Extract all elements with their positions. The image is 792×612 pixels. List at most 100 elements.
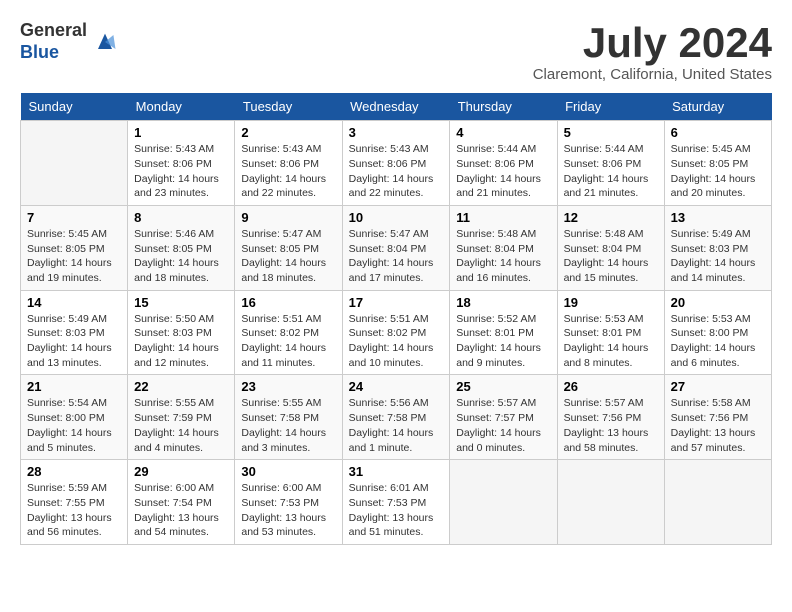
- calendar-cell: 16Sunrise: 5:51 AM Sunset: 8:02 PM Dayli…: [235, 290, 342, 375]
- day-info: Sunrise: 5:59 AM Sunset: 7:55 PM Dayligh…: [27, 481, 121, 540]
- day-info: Sunrise: 5:43 AM Sunset: 8:06 PM Dayligh…: [241, 142, 335, 201]
- day-info: Sunrise: 5:57 AM Sunset: 7:56 PM Dayligh…: [564, 396, 658, 455]
- day-info: Sunrise: 5:44 AM Sunset: 8:06 PM Dayligh…: [564, 142, 658, 201]
- calendar-week-row: 1 Sunrise: 5:43 AM Sunset: 8:06 PM Daylig…: [21, 121, 772, 206]
- calendar-cell: 24 Sunrise: 5:56 AM Sunset: 7:58 PM Dayli…: [342, 375, 450, 460]
- day-info: Sunrise: 5:56 AM Sunset: 7:58 PM Dayligh…: [349, 396, 444, 455]
- calendar-cell: 26 Sunrise: 5:57 AM Sunset: 7:56 PM Dayli…: [557, 375, 664, 460]
- day-number: 27: [671, 379, 765, 394]
- day-number: 7: [27, 210, 121, 225]
- calendar-cell: [450, 460, 557, 545]
- calendar-cell: 29 Sunrise: 6:00 AM Sunset: 7:54 PM Dayli…: [128, 460, 235, 545]
- calendar-cell: 18 Sunrise: 5:52 AM Sunset: 8:01 PM Dayli…: [450, 290, 557, 375]
- calendar-cell: 30Sunrise: 6:00 AM Sunset: 7:53 PM Dayli…: [235, 460, 342, 545]
- calendar-cell: 25 Sunrise: 5:57 AM Sunset: 7:57 PM Dayli…: [450, 375, 557, 460]
- calendar-cell: 2 Sunrise: 5:43 AM Sunset: 8:06 PM Daylig…: [235, 121, 342, 206]
- calendar-week-row: 28 Sunrise: 5:59 AM Sunset: 7:55 PM Dayli…: [21, 460, 772, 545]
- logo-text: General Blue: [20, 20, 87, 63]
- day-number: 31: [349, 464, 444, 479]
- day-number: 2: [241, 125, 335, 140]
- day-info: Sunrise: 5:44 AM Sunset: 8:06 PM Dayligh…: [456, 142, 550, 201]
- calendar-cell: 10 Sunrise: 5:47 AM Sunset: 8:04 PM Dayli…: [342, 205, 450, 290]
- calendar-cell: 23Sunrise: 5:55 AM Sunset: 7:58 PM Dayli…: [235, 375, 342, 460]
- day-info: Sunrise: 5:49 AM Sunset: 8:03 PM Dayligh…: [27, 312, 121, 371]
- day-info: Sunrise: 5:54 AM Sunset: 8:00 PM Dayligh…: [27, 396, 121, 455]
- calendar-cell: 6Sunrise: 5:45 AM Sunset: 8:05 PM Daylig…: [664, 121, 771, 206]
- calendar-cell: 22Sunrise: 5:55 AM Sunset: 7:59 PM Dayli…: [128, 375, 235, 460]
- day-number: 1: [134, 125, 228, 140]
- title-block: July 2024 Claremont, California, United …: [533, 20, 772, 83]
- calendar-cell: 21 Sunrise: 5:54 AM Sunset: 8:00 PM Dayli…: [21, 375, 128, 460]
- day-of-week-header: Sunday: [21, 93, 128, 121]
- calendar-cell: 1 Sunrise: 5:43 AM Sunset: 8:06 PM Daylig…: [128, 121, 235, 206]
- day-number: 5: [564, 125, 658, 140]
- day-number: 15: [134, 295, 228, 310]
- day-info: Sunrise: 5:45 AM Sunset: 8:05 PM Dayligh…: [27, 227, 121, 286]
- calendar-cell: 12 Sunrise: 5:48 AM Sunset: 8:04 PM Dayli…: [557, 205, 664, 290]
- calendar-cell: 14 Sunrise: 5:49 AM Sunset: 8:03 PM Dayli…: [21, 290, 128, 375]
- calendar-cell: [664, 460, 771, 545]
- day-number: 26: [564, 379, 658, 394]
- day-number: 10: [349, 210, 444, 225]
- calendar-cell: 5 Sunrise: 5:44 AM Sunset: 8:06 PM Daylig…: [557, 121, 664, 206]
- day-number: 9: [241, 210, 335, 225]
- day-info: Sunrise: 6:01 AM Sunset: 7:53 PM Dayligh…: [349, 481, 444, 540]
- day-info: Sunrise: 5:57 AM Sunset: 7:57 PM Dayligh…: [456, 396, 550, 455]
- day-number: 4: [456, 125, 550, 140]
- logo-general: General: [20, 20, 87, 40]
- day-info: Sunrise: 5:51 AM Sunset: 8:02 PM Dayligh…: [349, 312, 444, 371]
- day-number: 12: [564, 210, 658, 225]
- day-info: Sunrise: 5:55 AM Sunset: 7:59 PM Dayligh…: [134, 396, 228, 455]
- calendar-cell: [21, 121, 128, 206]
- day-number: 29: [134, 464, 228, 479]
- day-info: Sunrise: 5:47 AM Sunset: 8:05 PM Dayligh…: [241, 227, 335, 286]
- day-info: Sunrise: 5:48 AM Sunset: 8:04 PM Dayligh…: [564, 227, 658, 286]
- day-info: Sunrise: 5:48 AM Sunset: 8:04 PM Dayligh…: [456, 227, 550, 286]
- day-number: 14: [27, 295, 121, 310]
- day-number: 18: [456, 295, 550, 310]
- calendar-table: SundayMondayTuesdayWednesdayThursdayFrid…: [20, 93, 772, 545]
- day-number: 23: [241, 379, 335, 394]
- calendar-cell: 28 Sunrise: 5:59 AM Sunset: 7:55 PM Dayli…: [21, 460, 128, 545]
- day-info: Sunrise: 5:47 AM Sunset: 8:04 PM Dayligh…: [349, 227, 444, 286]
- day-number: 17: [349, 295, 444, 310]
- day-info: Sunrise: 5:51 AM Sunset: 8:02 PM Dayligh…: [241, 312, 335, 371]
- day-number: 6: [671, 125, 765, 140]
- logo-icon: [91, 28, 119, 56]
- day-number: 28: [27, 464, 121, 479]
- logo-blue: Blue: [20, 42, 59, 62]
- day-info: Sunrise: 5:43 AM Sunset: 8:06 PM Dayligh…: [134, 142, 228, 201]
- day-number: 21: [27, 379, 121, 394]
- calendar-cell: 9 Sunrise: 5:47 AM Sunset: 8:05 PM Daylig…: [235, 205, 342, 290]
- day-info: Sunrise: 5:52 AM Sunset: 8:01 PM Dayligh…: [456, 312, 550, 371]
- logo: General Blue: [20, 20, 119, 63]
- calendar-week-row: 7 Sunrise: 5:45 AM Sunset: 8:05 PM Daylig…: [21, 205, 772, 290]
- day-number: 20: [671, 295, 765, 310]
- day-of-week-header: Friday: [557, 93, 664, 121]
- day-number: 24: [349, 379, 444, 394]
- calendar-header-row: SundayMondayTuesdayWednesdayThursdayFrid…: [21, 93, 772, 121]
- calendar-cell: [557, 460, 664, 545]
- page-header: General Blue July 2024 Claremont, Califo…: [20, 20, 772, 83]
- calendar-cell: 19 Sunrise: 5:53 AM Sunset: 8:01 PM Dayli…: [557, 290, 664, 375]
- calendar-cell: 4 Sunrise: 5:44 AM Sunset: 8:06 PM Daylig…: [450, 121, 557, 206]
- day-number: 25: [456, 379, 550, 394]
- calendar-cell: 13Sunrise: 5:49 AM Sunset: 8:03 PM Dayli…: [664, 205, 771, 290]
- calendar-cell: 17 Sunrise: 5:51 AM Sunset: 8:02 PM Dayli…: [342, 290, 450, 375]
- day-of-week-header: Tuesday: [235, 93, 342, 121]
- day-info: Sunrise: 6:00 AM Sunset: 7:54 PM Dayligh…: [134, 481, 228, 540]
- calendar-cell: 3Sunrise: 5:43 AM Sunset: 8:06 PM Daylig…: [342, 121, 450, 206]
- calendar-cell: 31 Sunrise: 6:01 AM Sunset: 7:53 PM Dayli…: [342, 460, 450, 545]
- day-info: Sunrise: 5:50 AM Sunset: 8:03 PM Dayligh…: [134, 312, 228, 371]
- day-info: Sunrise: 5:46 AM Sunset: 8:05 PM Dayligh…: [134, 227, 228, 286]
- day-number: 3: [349, 125, 444, 140]
- day-number: 19: [564, 295, 658, 310]
- day-info: Sunrise: 6:00 AM Sunset: 7:53 PM Dayligh…: [241, 481, 335, 540]
- day-info: Sunrise: 5:58 AM Sunset: 7:56 PM Dayligh…: [671, 396, 765, 455]
- day-info: Sunrise: 5:53 AM Sunset: 8:01 PM Dayligh…: [564, 312, 658, 371]
- calendar-cell: 11Sunrise: 5:48 AM Sunset: 8:04 PM Dayli…: [450, 205, 557, 290]
- day-number: 8: [134, 210, 228, 225]
- month-title: July 2024: [533, 20, 772, 66]
- calendar-cell: 15 Sunrise: 5:50 AM Sunset: 8:03 PM Dayli…: [128, 290, 235, 375]
- day-of-week-header: Monday: [128, 93, 235, 121]
